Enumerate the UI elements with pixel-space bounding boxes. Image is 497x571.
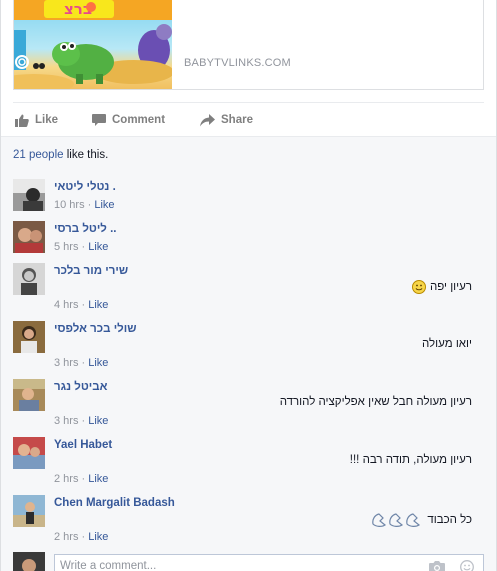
comment-meta: 5 hrs · Like (54, 241, 109, 253)
comment-meta: 4 hrs · Like (54, 299, 109, 311)
like-button-label: Like (35, 114, 59, 126)
preview-thumbnail-image: ברצ (14, 0, 172, 89)
post-actions-bar: Like Comment Share (13, 102, 484, 136)
share-arrow-icon (200, 113, 215, 126)
commenter-name[interactable]: ליטל ברסי .. (54, 223, 116, 235)
post-card: ברצ BABYTVLINKS.COM Like Comment Share 2… (0, 0, 497, 571)
comment-like-link[interactable]: Like (88, 357, 108, 369)
comment-button-label: Comment (112, 114, 166, 126)
comment-like-link[interactable]: Like (88, 299, 108, 311)
commenter-name[interactable]: שירי מור בלכר (54, 265, 128, 277)
comment-input-box[interactable] (54, 554, 484, 571)
thumbs-up-icon (15, 114, 29, 127)
avatar[interactable] (13, 321, 45, 353)
avatar[interactable] (13, 379, 45, 411)
comment-like-link[interactable]: Like (88, 531, 108, 543)
commenter-name[interactable]: אביטל נגר (54, 381, 107, 393)
comment-time: 3 hrs (54, 415, 79, 427)
comment-input[interactable] (60, 556, 420, 571)
commenter-name[interactable]: נטלי ליטאי . (54, 181, 116, 193)
current-user-avatar (13, 552, 45, 571)
clapping-hands-emoji-icon (372, 513, 421, 527)
avatar[interactable] (13, 263, 45, 295)
reactions-panel: 21 people like this. נטלי ליטאי . 10 hrs… (1, 136, 496, 571)
preview-domain: BABYTVLINKS.COM (184, 57, 291, 69)
avatar[interactable] (13, 221, 45, 253)
comment-time: 3 hrs (54, 357, 79, 369)
comment-meta: 3 hrs · Like (54, 415, 109, 427)
comment-meta: 2 hrs · Like (54, 473, 109, 485)
likes-count-link[interactable]: 21 people (13, 149, 64, 161)
comment-body: רעיון יפה (429, 281, 472, 293)
link-preview[interactable]: ברצ BABYTVLINKS.COM (13, 0, 484, 90)
comment-body: רעיון מעולה חבל שאין אפליקציה להורדה (279, 396, 472, 408)
preview-thumbnail[interactable]: ברצ (14, 0, 172, 89)
smiley-emoji-icon (411, 280, 426, 294)
comment-text: רעיון מעולה, תודה רבה !!! (350, 454, 472, 466)
comment-composer (13, 552, 484, 571)
share-button[interactable]: Share (200, 111, 253, 129)
comment-meta: 10 hrs · Like (54, 199, 115, 211)
like-button[interactable]: Like (15, 111, 58, 129)
camera-icon[interactable] (429, 560, 445, 571)
comment-like-link[interactable]: Like (94, 199, 114, 211)
share-button-label: Share (221, 114, 253, 126)
commenter-name[interactable]: שולי בכר אלפסי (54, 323, 136, 335)
likes-summary: 21 people like this. (13, 149, 108, 161)
comment-text: רעיון יפה (411, 280, 472, 294)
comment-time: 10 hrs (54, 199, 85, 211)
avatar[interactable] (13, 179, 45, 211)
avatar[interactable] (13, 495, 45, 527)
emoji-picker-icon[interactable] (460, 560, 474, 571)
comment-body: כל הכבוד (427, 514, 472, 526)
comment-body: יואו מעולה (422, 338, 472, 350)
comment-like-link[interactable]: Like (88, 415, 108, 427)
comment-like-link[interactable]: Like (88, 473, 108, 485)
comment-time: 5 hrs (54, 241, 79, 253)
comment-text: רעיון מעולה חבל שאין אפליקציה להורדה (280, 396, 472, 408)
comment-text: כל הכבוד (371, 512, 472, 528)
commenter-name[interactable]: Chen Margalit Badash (54, 497, 175, 509)
comment-time: 4 hrs (54, 299, 79, 311)
comment-text: יואו מעולה (422, 338, 472, 350)
comment-button[interactable]: Comment (92, 111, 165, 129)
avatar[interactable] (13, 437, 45, 469)
comment-meta: 3 hrs · Like (54, 357, 109, 369)
comment-meta: 2 hrs · Like (54, 531, 109, 543)
comment-time: 2 hrs (54, 473, 79, 485)
likes-suffix: like this. (63, 149, 109, 161)
comment-body: רעיון מעולה, תודה רבה !!! (349, 454, 472, 466)
comment-like-link[interactable]: Like (88, 241, 108, 253)
comment-bubble-icon (92, 113, 106, 126)
commenter-name[interactable]: Yael Habet (54, 439, 112, 451)
comment-time: 2 hrs (54, 531, 79, 543)
